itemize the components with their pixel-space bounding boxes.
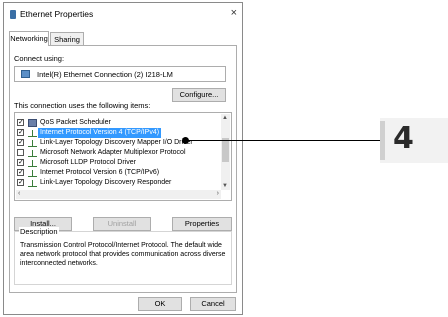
connect-using-label: Connect using: — [14, 54, 65, 63]
scroll-down-icon[interactable]: ▼ — [222, 183, 228, 189]
tab-networking[interactable]: Networking — [9, 31, 49, 46]
scroll-up-icon[interactable]: ▲ — [222, 115, 228, 121]
list-item[interactable]: ✓ Link-Layer Topology Discovery Responde… — [17, 178, 217, 188]
list-item-label: Link-Layer Topology Discovery Mapper I/O… — [40, 139, 193, 146]
vertical-scrollbar[interactable]: ▲ ▼ — [221, 114, 230, 190]
step-number: 4 — [393, 121, 414, 156]
checkbox[interactable]: ✓ — [17, 129, 24, 136]
cancel-button[interactable]: Cancel — [190, 297, 236, 311]
list-item[interactable]: ✓ QoS Packet Scheduler — [17, 118, 217, 128]
network-protocol-icon — [28, 140, 37, 147]
network-protocol-icon — [28, 130, 37, 137]
list-item[interactable]: ✓ Microsoft LLDP Protocol Driver — [17, 158, 217, 168]
close-icon[interactable]: × — [231, 7, 237, 19]
checkbox[interactable]: ✓ — [17, 119, 24, 126]
checkbox[interactable]: ✓ — [17, 159, 24, 166]
description-text: Transmission Control Protocol/Internet P… — [20, 242, 226, 267]
scroll-left-icon[interactable]: ‹ — [18, 190, 20, 197]
callout-pointer-line — [186, 140, 381, 141]
network-adapter-icon — [21, 70, 30, 78]
list-item-label: QoS Packet Scheduler — [40, 119, 111, 126]
network-protocol-icon — [28, 150, 37, 157]
items-label: This connection uses the following items… — [14, 101, 151, 110]
horizontal-scrollbar[interactable]: ‹ › — [16, 190, 221, 199]
list-item-label: Link-Layer Topology Discovery Responder — [40, 179, 172, 186]
callout-bar — [380, 121, 385, 160]
configure-button[interactable]: Configure... — [172, 88, 226, 102]
uninstall-button[interactable]: Uninstall — [93, 217, 151, 231]
checkbox[interactable]: ✓ — [17, 139, 24, 146]
network-protocol-icon — [28, 170, 37, 177]
network-protocol-icon — [28, 160, 37, 167]
window-title: Ethernet Properties — [20, 9, 94, 19]
checkbox[interactable]: ✓ — [17, 169, 24, 176]
checkbox[interactable]: ✓ — [17, 179, 24, 186]
network-protocol-icon — [28, 180, 37, 187]
items-list[interactable]: ✓ QoS Packet Scheduler ✓ Internet Protoc… — [14, 112, 232, 201]
list-item-label: Microsoft Network Adapter Multiplexor Pr… — [40, 149, 186, 156]
step-callout: 4 — [380, 118, 448, 163]
description-group: Description Transmission Control Protoco… — [14, 227, 232, 285]
properties-button[interactable]: Properties — [172, 217, 232, 231]
checkbox[interactable] — [17, 149, 24, 156]
tab-sharing[interactable]: Sharing — [50, 32, 84, 45]
scheduler-icon — [28, 119, 37, 127]
scroll-right-icon[interactable]: › — [217, 190, 219, 197]
description-legend: Description — [19, 227, 59, 236]
list-item-label: Internet Protocol Version 6 (TCP/IPv6) — [40, 169, 160, 176]
adapter-field: Intel(R) Ethernet Connection (2) I218-LM — [14, 66, 226, 82]
list-item-label: Microsoft LLDP Protocol Driver — [40, 159, 136, 166]
window-icon — [10, 10, 16, 19]
list-item[interactable]: ✓ Internet Protocol Version 6 (TCP/IPv6) — [17, 168, 217, 178]
scrollbar-thumb[interactable] — [222, 138, 229, 162]
ok-button[interactable]: OK — [138, 297, 182, 311]
list-item-label: Internet Protocol Version 4 (TCP/IPv4) — [38, 128, 162, 138]
list-item[interactable]: Microsoft Network Adapter Multiplexor Pr… — [17, 148, 217, 158]
title-bar: Ethernet Properties × — [4, 3, 242, 25]
adapter-name: Intel(R) Ethernet Connection (2) I218-LM — [37, 70, 173, 79]
